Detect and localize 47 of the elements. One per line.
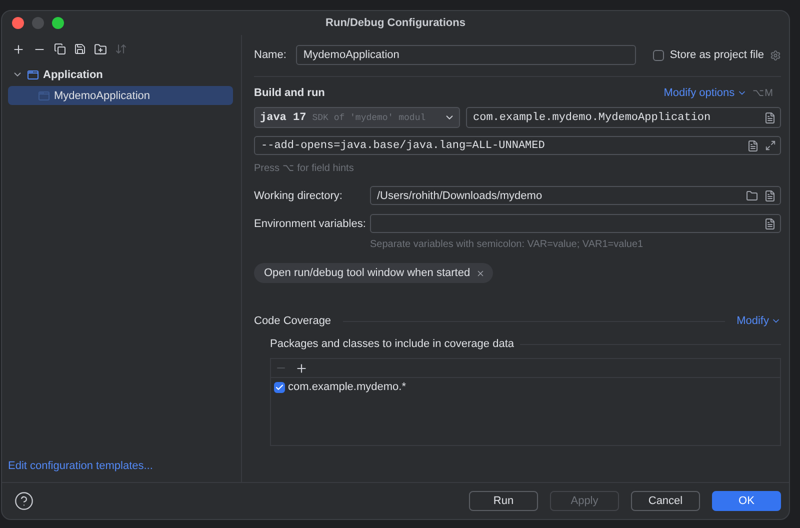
dialog-button[interactable]: OK [712,491,781,511]
dialog-button[interactable]: Run [469,491,538,511]
field-hint: Press ⌥ for field hints [254,162,355,174]
modify-link[interactable]: Modify [736,315,781,327]
packages-title: Packages and classes to include in coverage data [270,338,514,350]
plus-icon[interactable] [12,42,25,56]
close-icon[interactable] [12,17,24,29]
working-directory-label: Working directory: [254,190,344,202]
window-icon [38,90,50,102]
document-icon[interactable] [764,112,776,124]
environment-hint: Separate variables with semicolon: VAR=value; VAR1=value1 [370,239,644,250]
checkbox[interactable] [652,50,664,60]
section-title: Code Coverage [254,315,332,327]
dialog-button[interactable]: Cancel [631,491,700,511]
vm-options-field[interactable]: --add-opens=java.base/java.lang=ALL-UNNAMED [254,136,781,155]
option-chip[interactable]: Open run/debug tool window when started [254,263,494,283]
folder-icon[interactable] [746,190,758,202]
tree-item[interactable]: MydemoApplication [8,86,233,105]
checkbox[interactable] [274,382,285,392]
document-icon[interactable] [747,140,759,152]
jdk-dropdown[interactable]: java 17 SDK of 'mydemo' modul [254,107,460,128]
plus-icon[interactable] [295,362,308,374]
window-icon [27,68,39,80]
expand-icon[interactable] [765,140,776,151]
edit-templates-link[interactable]: Edit configuration templates... [8,460,233,472]
working-directory-field[interactable]: /Users/rohith/Downloads/mydemo [370,186,781,205]
window-title: Run/Debug Configurations [326,17,466,29]
copy-icon[interactable] [54,43,66,55]
zoom-icon[interactable] [52,17,64,29]
store-project-label: Store as project file [670,49,764,61]
help-icon[interactable] [14,491,34,511]
modify-options-link[interactable]: Modify options [664,87,747,99]
package-label: com.example.mydemo.* [288,381,406,393]
tree-item[interactable]: Application [8,65,233,84]
document-icon[interactable] [764,190,776,202]
name-label: Name: [254,49,286,61]
environment-variables-field[interactable] [370,214,781,233]
folder-plus-icon[interactable] [94,42,107,56]
gear-icon [770,50,781,60]
shortcut-hint: ⌥M [752,87,773,99]
main-class-field[interactable]: com.example.mydemo.MydemoApplication [466,107,781,128]
environment-variables-label: Environment variables: [254,218,364,230]
save-icon[interactable] [74,43,86,55]
name-field[interactable]: MydemoApplication [296,45,636,65]
document-icon[interactable] [764,218,776,230]
section-title: Build and run [254,87,325,99]
close-icon[interactable] [476,268,486,278]
